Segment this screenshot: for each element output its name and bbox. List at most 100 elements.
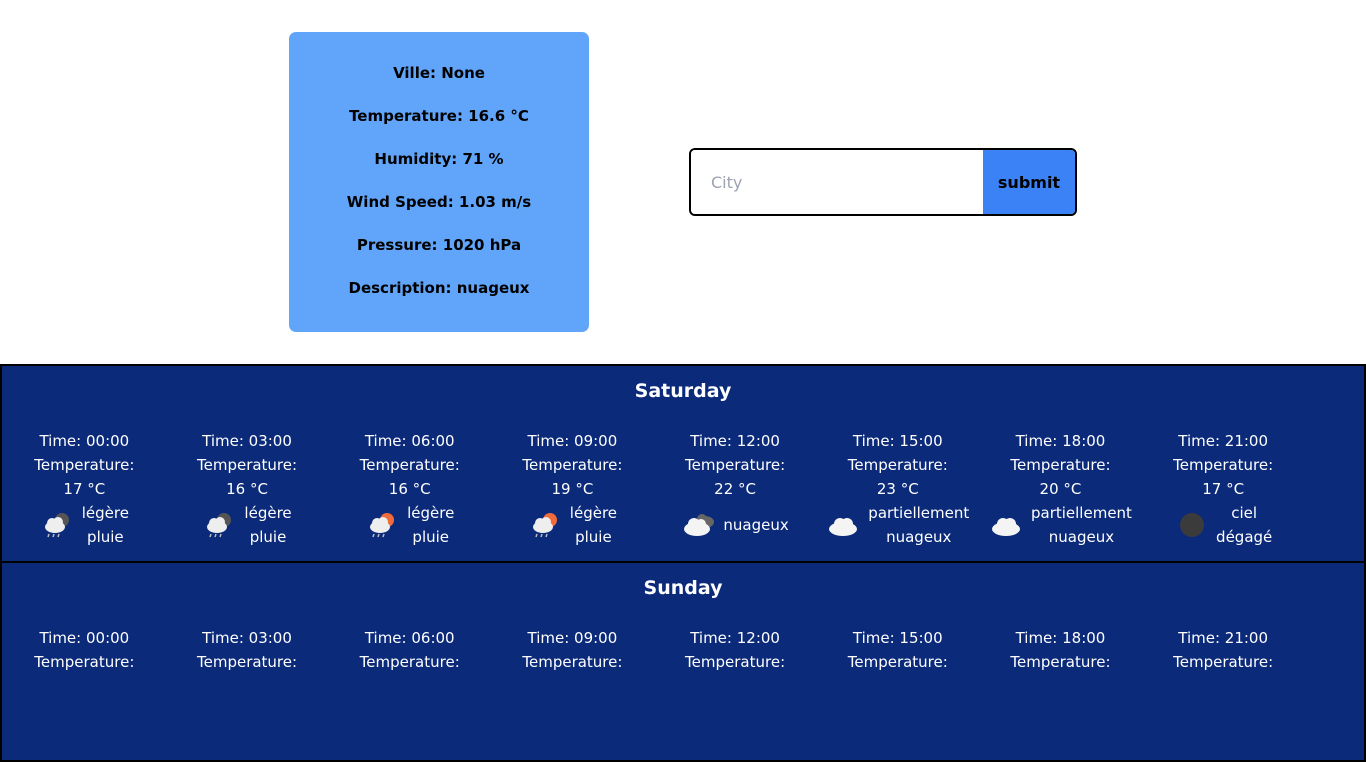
slot-weather: nuageux (654, 501, 817, 549)
slot-temperature-label: Temperature: (359, 653, 460, 671)
slot-description: ciel dégagé (1216, 501, 1272, 549)
slot-description: partiellement nuageux (868, 501, 969, 549)
broken-clouds-icon (681, 510, 717, 540)
cloud-icon (826, 510, 862, 540)
slot-temperature-label: Temperature: (34, 456, 135, 474)
slot-description-line: dégagé (1216, 528, 1273, 546)
slot-weather: légère pluie (328, 501, 491, 549)
forecast-slot: Time: 21:00 Temperature: (1142, 626, 1305, 674)
slot-temperature-label: Temperature: (522, 456, 623, 474)
forecast-slot: Time: 00:00 Temperature: 17 °C légère pluie (3, 429, 166, 549)
forecast-slot: Time: 06:00 Temperature: 16 °C légère pluie (328, 429, 491, 549)
slot-temperature-label: Temperature: (522, 653, 623, 671)
submit-button[interactable]: submit (983, 150, 1075, 214)
slot-temperature-value: 19 °C (551, 480, 594, 498)
forecast-slot: Time: 18:00 Temperature: 20 °C partiellemen… (979, 429, 1142, 549)
slot-description-line: pluie (87, 528, 124, 546)
top-section: Ville: None Temperature: 16.6 °C Humidit… (0, 0, 1366, 364)
slot-description: légère pluie (82, 501, 129, 549)
slot-weather: ciel dégagé (1142, 501, 1305, 549)
slot-temperature-label: Temperature: (685, 653, 786, 671)
slot-description-line: nuageux (1048, 528, 1115, 546)
slot-temperature-label: Temperature: (1173, 456, 1274, 474)
slot-temperature-label: Temperature: (685, 456, 786, 474)
slot-weather: légère pluie (491, 501, 654, 549)
slot-description-line: légère (244, 504, 292, 522)
wind-speed-label: Wind Speed: 1.03 m/s (346, 193, 532, 211)
forecast-slot: Time: 12:00 Temperature: (654, 626, 817, 674)
slot-description-line: légère (569, 504, 618, 522)
forecast-slots: Time: 00:00 Temperature: Time: 03:00 Temper… (2, 626, 1364, 674)
slot-weather: partiellement nuageux (979, 501, 1142, 549)
slot-time: Time: 21:00 (1178, 432, 1269, 450)
slot-description-line: pluie (412, 528, 450, 546)
slot-description-line: nuageux (723, 516, 789, 534)
forecast-slot: Time: 09:00 Temperature: (491, 626, 654, 674)
forecast-slot: Time: 00:00 Temperature: (3, 626, 166, 674)
slot-time: Time: 03:00 (202, 629, 292, 647)
slot-time: Time: 15:00 (852, 629, 943, 647)
forecast-slot: Time: 12:00 Temperature: 22 °C nuageux (654, 429, 817, 549)
forecast-slot: Time: 15:00 Temperature: (816, 626, 979, 674)
slot-description: nuageux (723, 513, 788, 537)
slot-time: Time: 09:00 (527, 432, 618, 450)
slot-description-line: ciel (1231, 504, 1258, 522)
slot-time: Time: 09:00 (527, 629, 618, 647)
slot-temperature-label: Temperature: (1010, 456, 1111, 474)
slot-weather: légère pluie (3, 501, 166, 549)
forecast-slot: Time: 09:00 Temperature: 19 °C légère pluie (491, 429, 654, 549)
slot-time: Time: 18:00 (1015, 629, 1106, 647)
slot-time: Time: 15:00 (852, 432, 943, 450)
forecast-slot: Time: 03:00 Temperature: (166, 626, 329, 674)
pressure-label: Pressure: 1020 hPa (356, 236, 522, 254)
slot-time: Time: 00:00 (39, 629, 130, 647)
forecast-slot: Time: 21:00 Temperature: 17 °C ciel dégagé (1142, 429, 1305, 549)
forecast-slot: Time: 06:00 Temperature: (328, 626, 491, 674)
forecast-slot: Time: 03:00 Temperature: 16 °C légère pluie (166, 429, 329, 549)
slot-temperature-value: 16 °C (226, 480, 268, 498)
slot-time: Time: 12:00 (690, 629, 780, 647)
forecast-day: Sunday Time: 00:00 Temperature: Time: 03:00… (0, 563, 1366, 762)
slot-time: Time: 06:00 (364, 629, 455, 647)
slot-time: Time: 21:00 (1178, 629, 1269, 647)
slot-time: Time: 03:00 (202, 432, 292, 450)
cloud-rain-night-icon (202, 510, 238, 540)
slot-temperature-label: Temperature: (847, 456, 948, 474)
cloud-icon (989, 510, 1025, 540)
slot-description: partiellement nuageux (1031, 501, 1132, 549)
slot-temperature-value: 16 °C (388, 480, 431, 498)
city-label: Ville: None (393, 64, 485, 82)
description-label: Description: nuageux (348, 279, 530, 297)
city-input[interactable] (691, 150, 983, 214)
clear-night-moon-icon (1174, 510, 1210, 540)
slot-temperature-label: Temperature: (196, 653, 298, 671)
slot-description: légère pluie (244, 501, 291, 549)
cloud-rain-sun-icon (528, 510, 564, 540)
slot-temperature-value: 17 °C (63, 480, 106, 498)
humidity-label: Humidity: 71 % (374, 150, 504, 168)
slot-time: Time: 12:00 (690, 432, 780, 450)
slot-description-line: pluie (249, 528, 287, 546)
slot-weather: légère pluie (166, 501, 329, 549)
slot-temperature-value: 23 °C (876, 480, 919, 498)
forecast-list: Saturday Time: 00:00 Temperature: 17 °C légè… (0, 364, 1366, 762)
slot-description-line: nuageux (886, 528, 952, 546)
slot-description-line: légère (81, 504, 129, 522)
slot-temperature-label: Temperature: (1173, 653, 1274, 671)
slot-temperature-value: 17 °C (1202, 480, 1245, 498)
slot-time: Time: 18:00 (1015, 432, 1106, 450)
slot-description-line: légère (407, 504, 455, 522)
day-title: Saturday (634, 380, 732, 402)
day-title: Sunday (643, 577, 723, 599)
slot-time: Time: 00:00 (39, 432, 130, 450)
cloud-rain-night-icon (40, 510, 76, 540)
slot-description: légère pluie (407, 501, 454, 549)
slot-weather: partiellement nuageux (816, 501, 979, 549)
slot-description-line: partiellement (1030, 504, 1132, 522)
slot-time: Time: 06:00 (364, 432, 455, 450)
forecast-slot: Time: 15:00 Temperature: 23 °C partiellemen… (816, 429, 979, 549)
current-weather-card: Ville: None Temperature: 16.6 °C Humidit… (289, 32, 589, 332)
slot-temperature-label: Temperature: (34, 653, 135, 671)
slot-temperature-value: 22 °C (714, 480, 757, 498)
slot-temperature-label: Temperature: (359, 456, 460, 474)
